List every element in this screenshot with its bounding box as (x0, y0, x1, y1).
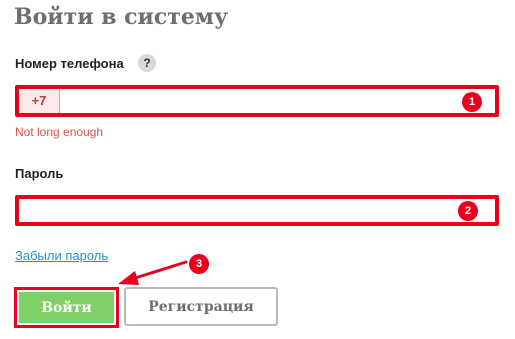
phone-label: Номер телефона (15, 56, 124, 71)
page-title: Войти в систему (14, 4, 229, 30)
register-button[interactable]: Регистрация (124, 287, 278, 326)
phone-prefix: +7 (19, 89, 60, 113)
annotation-badge-2: 2 (458, 201, 478, 221)
forgot-password-link[interactable]: Забыли пароль (15, 248, 108, 263)
login-page: Войти в систему Номер телефона ? +7 1 No… (0, 0, 515, 339)
annotation-badge-1: 1 (462, 92, 482, 112)
help-icon[interactable]: ? (138, 54, 156, 72)
phone-input[interactable] (60, 89, 495, 113)
annotation-badge-3: 3 (189, 254, 209, 274)
password-field (15, 195, 499, 226)
password-input[interactable] (19, 199, 495, 222)
password-label: Пароль (15, 166, 64, 181)
login-button[interactable]: Войти (19, 292, 114, 323)
phone-field: +7 (15, 85, 499, 117)
phone-error-message: Not long enough (15, 125, 104, 139)
